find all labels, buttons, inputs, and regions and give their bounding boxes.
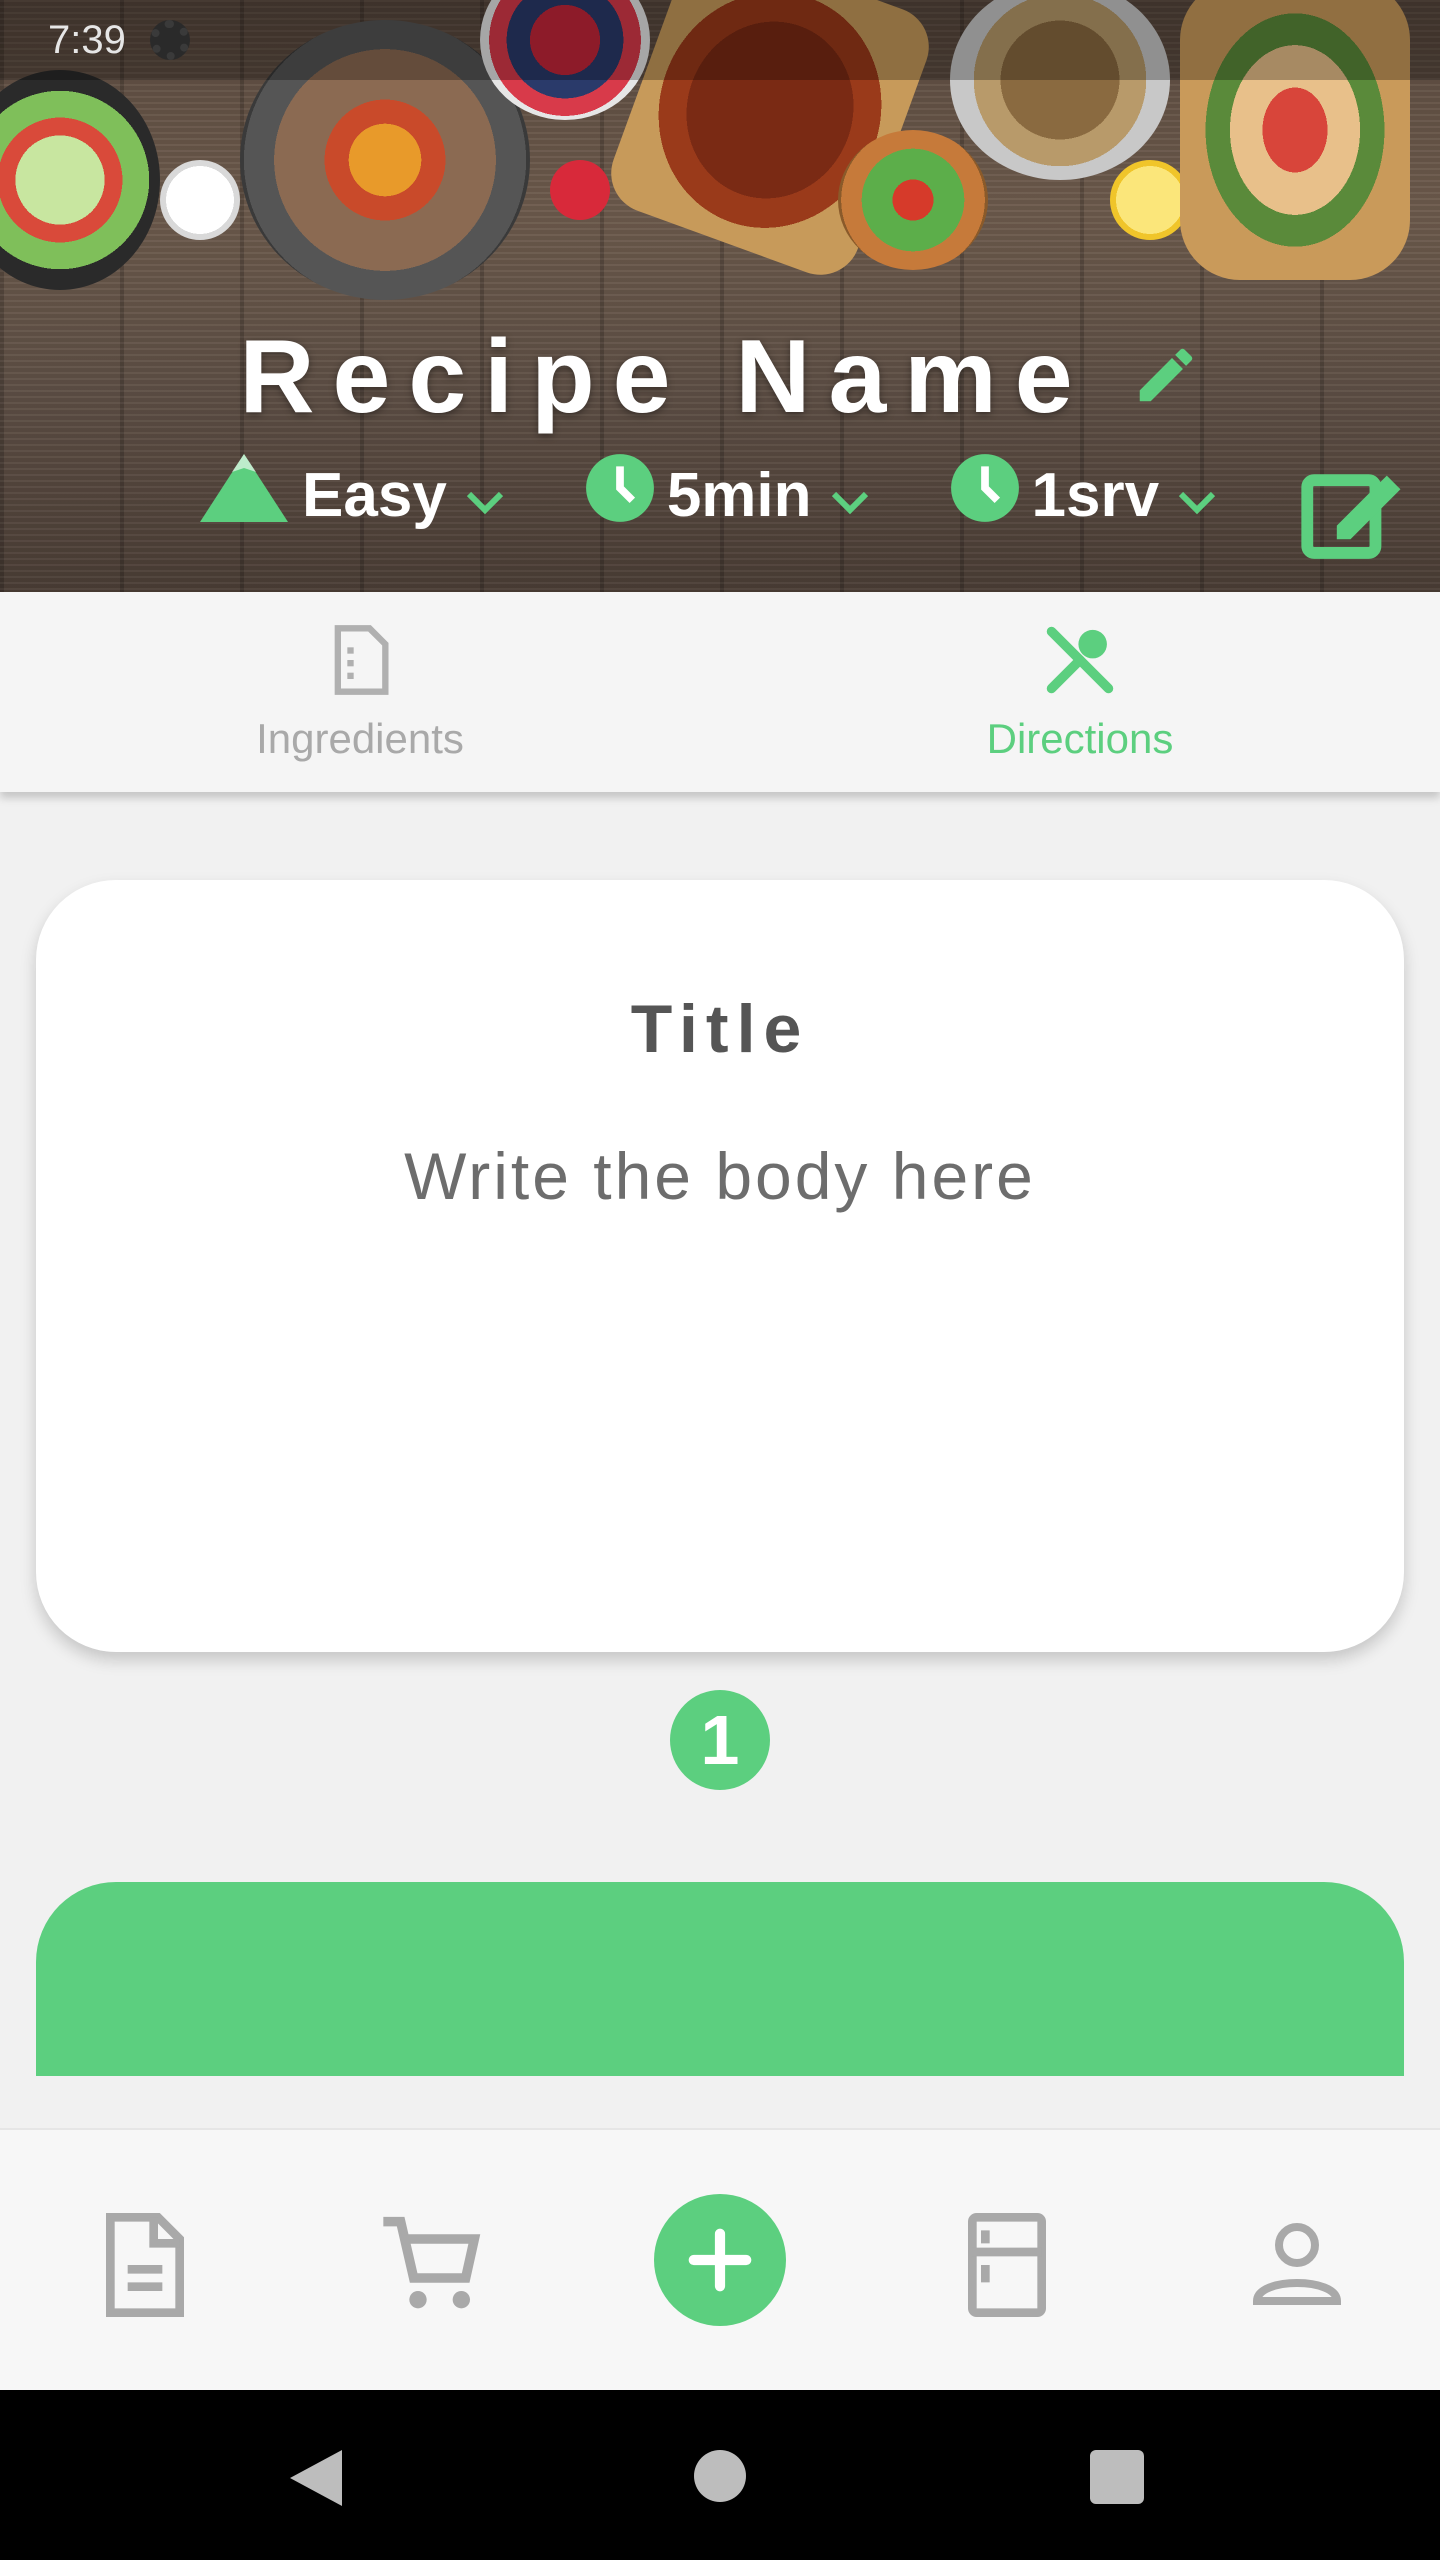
status-bar: 7:39 — [0, 0, 1440, 80]
clock-icon — [583, 451, 657, 540]
cart-icon — [383, 2216, 481, 2309]
recent-apps-icon[interactable] — [1090, 2450, 1144, 2504]
tab-directions-label: Directions — [986, 714, 1174, 762]
edit-square-icon — [1301, 474, 1401, 559]
status-time: 7:39 — [48, 17, 126, 62]
direction-card[interactable]: Title Write the body here — [36, 880, 1404, 1652]
next-direction-card[interactable] — [36, 1882, 1404, 2076]
chevron-down-icon — [1177, 460, 1217, 531]
chevron-down-icon — [465, 460, 505, 531]
difficulty-value: Easy — [302, 460, 447, 530]
profile-icon — [1252, 2223, 1342, 2305]
recipe-header: 7:39 Recipe Name Easy 5min 1srv — [0, 0, 1440, 592]
tab-directions[interactable]: Directions — [720, 592, 1440, 792]
edit-name-pencil-icon[interactable] — [1131, 340, 1201, 415]
edit-recipe-button[interactable] — [1300, 462, 1410, 562]
settings-icon — [149, 20, 190, 60]
clock-icon — [948, 451, 1022, 540]
servings-value: 1srv — [1031, 460, 1160, 530]
salad-small-image — [838, 130, 988, 270]
system-navigation-bar — [0, 2390, 1440, 2560]
add-recipe-button[interactable] — [654, 2194, 786, 2326]
bottom-navigation — [0, 2128, 1440, 2390]
utensils-icon — [1040, 622, 1120, 703]
direction-body-input[interactable]: Write the body here — [36, 1138, 1404, 1214]
lemon-image — [1110, 160, 1190, 240]
recipes-icon — [106, 2213, 184, 2317]
document-icon — [322, 622, 398, 703]
nav-recipes[interactable] — [80, 2200, 210, 2330]
servings-selector[interactable]: 1srv — [948, 451, 1218, 540]
mountain-icon — [196, 449, 292, 542]
nav-fridge[interactable] — [942, 2200, 1072, 2330]
nav-profile[interactable] — [1232, 2200, 1362, 2330]
app-screen: 7:39 Recipe Name Easy 5min 1srv Ingredie… — [0, 0, 1440, 2560]
time-selector[interactable]: 5min — [583, 451, 870, 540]
chevron-down-icon — [830, 460, 870, 531]
recipe-tabs: Ingredients Directions — [0, 592, 1440, 792]
milk-cup-image — [160, 160, 240, 240]
time-value: 5min — [666, 460, 812, 530]
tab-ingredients-label: Ingredients — [256, 714, 464, 762]
step-number-badge: 1 — [670, 1690, 770, 1790]
difficulty-selector[interactable]: Easy — [196, 449, 505, 542]
add-icon — [688, 2228, 752, 2292]
fridge-icon — [968, 2213, 1046, 2317]
back-icon[interactable] — [290, 2450, 342, 2506]
tab-ingredients[interactable]: Ingredients — [0, 592, 720, 792]
nav-cart[interactable] — [366, 2200, 496, 2330]
recipe-title-row: Recipe Name — [0, 318, 1440, 437]
direction-title[interactable]: Title — [36, 990, 1404, 1068]
strawberry-image — [550, 160, 610, 220]
recipe-meta-row: Easy 5min 1srv — [196, 450, 1295, 540]
recipe-name: Recipe Name — [239, 319, 1091, 435]
home-icon[interactable] — [694, 2450, 746, 2502]
